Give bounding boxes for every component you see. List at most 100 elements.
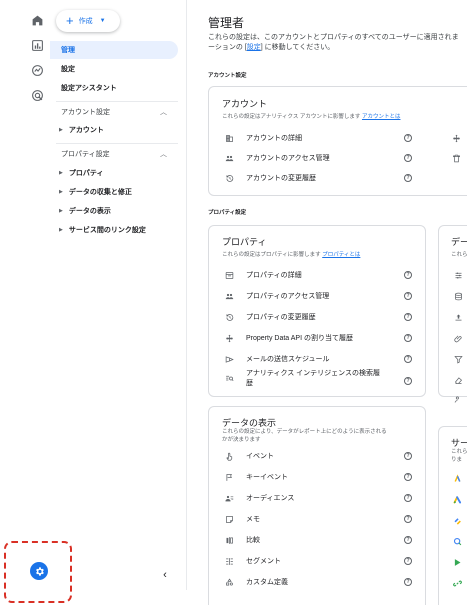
database-icon[interactable] — [453, 291, 463, 301]
expand-arrow-icon: ▶ — [59, 127, 63, 133]
row-property-details[interactable]: プロパティの詳細 — [222, 268, 302, 282]
adsense-icon[interactable] — [452, 473, 462, 483]
section-label: プロパティ設定 — [61, 151, 110, 158]
sidebar-item-data-display[interactable]: ▶ データの表示 — [50, 202, 178, 220]
admin-gear-button[interactable] — [30, 562, 48, 580]
card-subtitle: これら りま — [451, 448, 467, 464]
help-icon[interactable]: ? — [404, 515, 412, 523]
help-icon[interactable]: ? — [404, 134, 412, 142]
help-icon[interactable]: ? — [404, 292, 412, 300]
create-button[interactable]: + 作成 ▼ — [56, 10, 120, 32]
trash-icon[interactable] — [451, 153, 461, 163]
row-intelligence-history[interactable]: アナリティクス インテリジェンスの検索履歴 — [222, 369, 380, 393]
segment-icon — [222, 557, 236, 566]
row-label: メールの送信スケジュール — [246, 356, 330, 363]
sidebar-item-setup-assistant[interactable]: 設定アシスタント — [50, 79, 178, 97]
row-label: 比較 — [246, 537, 260, 544]
what-is-account-link[interactable]: アカウントとは — [362, 114, 401, 120]
card-title: デー — [451, 237, 467, 247]
google-ads-icon[interactable] — [452, 494, 462, 504]
card-subtitle-text: これらの設定はプロパティに影響します — [222, 252, 321, 258]
filter-settings-icon[interactable] — [453, 270, 463, 280]
ad-manager-icon[interactable] — [452, 515, 462, 525]
data-collection-card: デー これら — [438, 225, 467, 403]
sidebar-item-product-links[interactable]: ▶ サービス間のリンク設定 — [50, 221, 178, 239]
highlight-box — [4, 541, 72, 603]
help-icon[interactable]: ? — [404, 174, 412, 182]
sidebar-section-property[interactable]: プロパティ設定 ︿ — [50, 146, 178, 162]
row-audiences[interactable]: オーディエンス — [222, 491, 294, 505]
eraser-icon[interactable] — [453, 375, 463, 385]
what-is-property-link[interactable]: プロパティとは — [322, 252, 360, 258]
help-icon[interactable]: ? — [404, 313, 412, 321]
help-icon[interactable]: ? — [404, 452, 412, 460]
chevron-up-icon: ︿ — [160, 109, 167, 116]
link-icon[interactable] — [452, 578, 462, 588]
play-icon[interactable] — [452, 557, 462, 567]
row-key-events[interactable]: キーイベント — [222, 470, 288, 484]
help-icon[interactable]: ? — [404, 377, 412, 385]
description-line: これらの設定は、このアカウントとプロパティのすべてのユーザーに適用されま — [208, 34, 459, 41]
help-icon[interactable]: ? — [404, 271, 412, 279]
row-notes[interactable]: メモ — [222, 512, 260, 526]
help-icon[interactable]: ? — [404, 578, 412, 586]
row-property-data-api[interactable]: Property Data API の割り当て履歴 — [222, 331, 353, 345]
funnel-icon[interactable] — [453, 354, 463, 364]
person-key-icon[interactable] — [453, 394, 463, 404]
sidebar-item-data-collection[interactable]: ▶ データの収集と修正 — [50, 183, 178, 201]
sidebar-item-label: データの表示 — [68, 208, 111, 215]
settings-link[interactable]: 設定 — [247, 44, 261, 51]
property-details-icon — [222, 271, 236, 280]
row-custom-definitions[interactable]: カスタム定義 — [222, 575, 288, 589]
row-label: Property Data API の割り当て履歴 — [246, 335, 353, 342]
help-icon[interactable]: ? — [404, 494, 412, 502]
row-property-access[interactable]: プロパティのアクセス管理 — [222, 289, 329, 303]
scheduled-send-icon — [222, 355, 236, 364]
search-console-icon[interactable] — [452, 536, 462, 546]
row-account-access[interactable]: アカウントのアクセス管理 — [222, 151, 330, 165]
help-icon[interactable]: ? — [404, 536, 412, 544]
sidebar-item-settings[interactable]: 設定 — [50, 60, 178, 78]
card-subtitle-line: これら — [451, 449, 467, 455]
sidebar-item-label: サービス間のリンク設定 — [68, 227, 146, 234]
row-comparisons[interactable]: 比較 — [222, 533, 260, 547]
description-text: ] に移動してください。 — [260, 44, 335, 51]
row-email-schedule[interactable]: メールの送信スケジュール — [222, 352, 330, 366]
shapes-icon — [222, 577, 236, 587]
sidebar-item-property[interactable]: ▶ プロパティ — [50, 164, 178, 182]
sidebar-divider — [56, 101, 178, 102]
card-subtitle: これらの設定はアナリティクス アカウントに影響します アカウントとは — [222, 113, 400, 121]
collapse-sidebar-button[interactable]: ‹ — [158, 568, 172, 582]
advertising-icon[interactable] — [28, 86, 46, 104]
move-icon[interactable] — [451, 133, 461, 143]
row-account-history[interactable]: アカウントの変更履歴 — [222, 171, 316, 185]
home-icon[interactable] — [28, 11, 46, 29]
card-subtitle: これらの設定により、データがレポート上にどのように表示される かが決まります — [222, 428, 387, 444]
nav-rail — [24, 0, 50, 605]
reports-icon[interactable] — [28, 36, 46, 54]
sidebar-item-account[interactable]: ▶ アカウント — [50, 121, 178, 139]
expand-arrow-icon: ▶ — [59, 189, 63, 195]
attachment-icon[interactable] — [453, 333, 463, 343]
row-property-history[interactable]: プロパティの変更履歴 — [222, 310, 316, 324]
row-segments[interactable]: セグメント — [222, 554, 281, 568]
sidebar-item-admin[interactable]: 管理 — [50, 41, 178, 59]
help-icon[interactable]: ? — [404, 334, 412, 342]
history-icon — [222, 174, 236, 183]
card-subtitle-line: りま — [451, 457, 463, 463]
chevron-up-icon: ︿ — [160, 151, 167, 158]
upload-icon[interactable] — [453, 312, 463, 322]
explore-icon[interactable] — [28, 61, 46, 79]
compare-icon — [222, 536, 236, 545]
help-icon[interactable]: ? — [404, 557, 412, 565]
move-icon — [222, 334, 236, 343]
help-icon[interactable]: ? — [404, 355, 412, 363]
sidebar-section-account[interactable]: アカウント設定 ︿ — [50, 104, 178, 120]
help-icon[interactable]: ? — [404, 154, 412, 162]
account-settings-label: アカウント設定 — [208, 73, 247, 79]
help-icon[interactable]: ? — [404, 473, 412, 481]
row-account-details[interactable]: アカウントの詳細 — [222, 131, 302, 145]
row-label: イベント — [246, 453, 274, 460]
product-links-card: サー これら りま — [438, 426, 467, 605]
row-events[interactable]: イベント — [222, 449, 274, 463]
